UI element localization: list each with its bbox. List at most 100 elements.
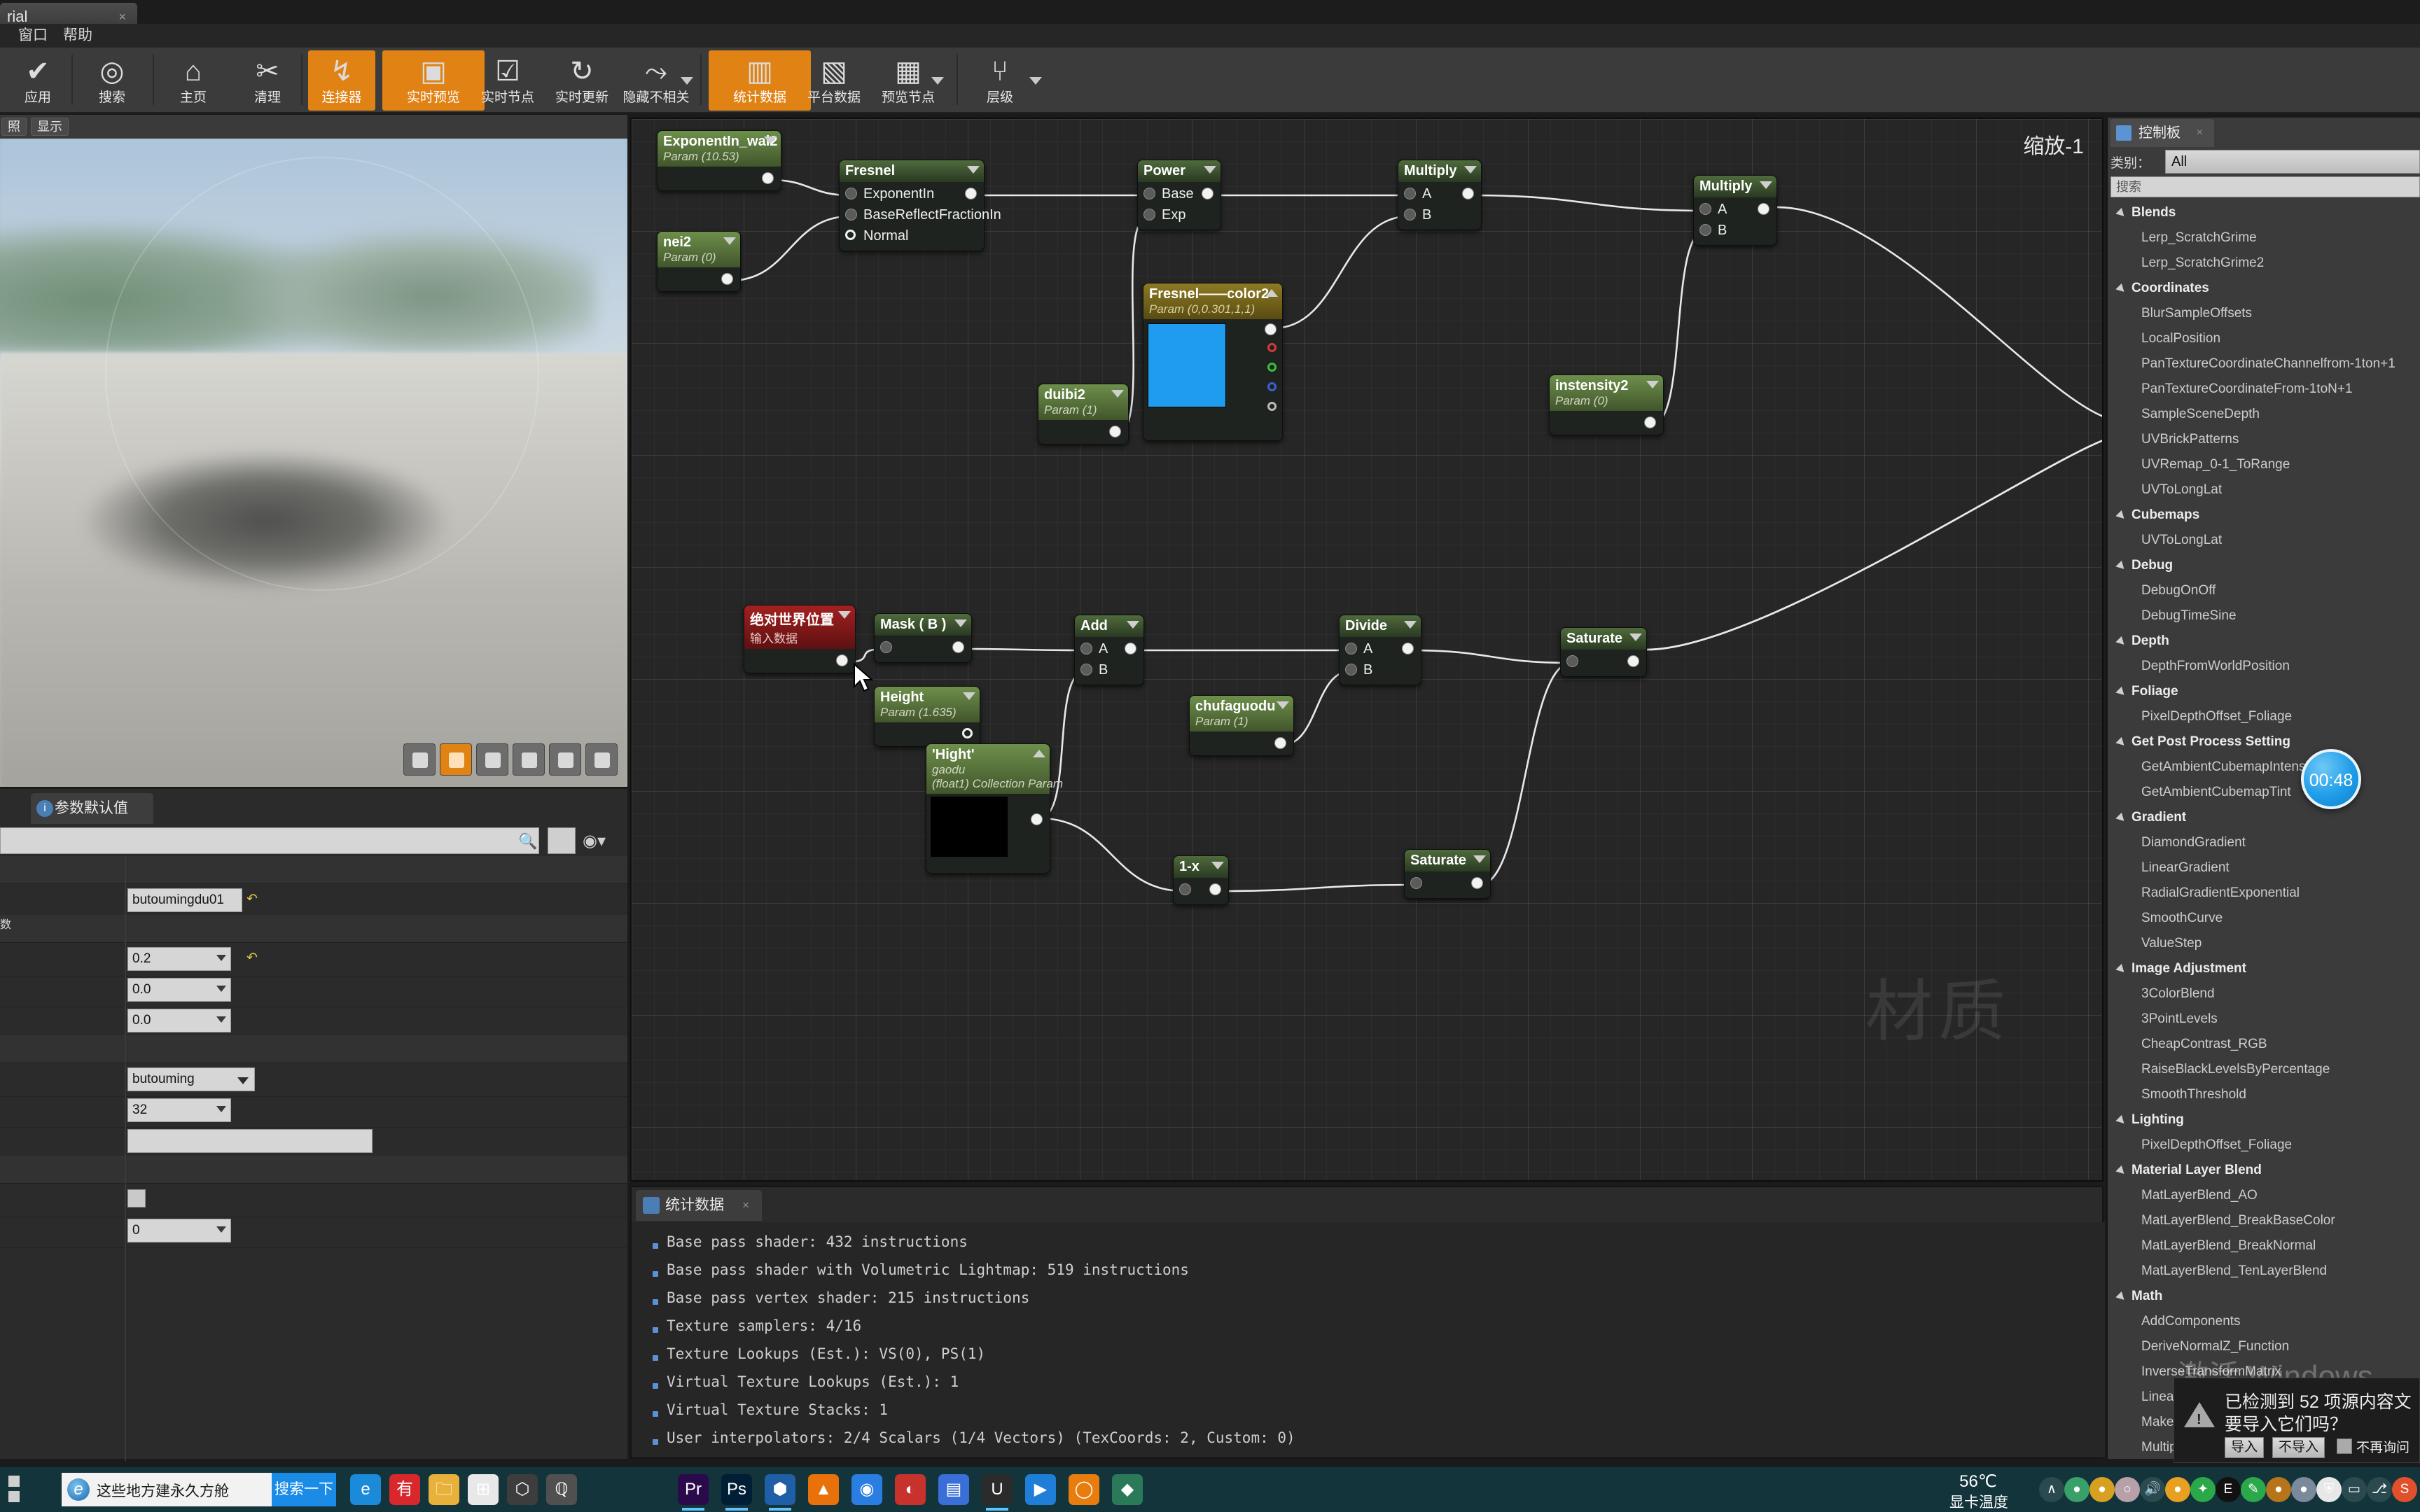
toolbar-button-connector[interactable]: ↯ 连接器 [308, 50, 375, 111]
taskbar-unity-hub-icon[interactable]: ⬡ [507, 1474, 538, 1505]
graph-node-input-pin[interactable] [1404, 209, 1416, 220]
taskbar-notes-icon[interactable]: ▤ [938, 1474, 969, 1505]
palette-group-gradient[interactable]: Gradient [2108, 805, 2420, 830]
palette-group-lighting[interactable]: Lighting [2108, 1107, 2420, 1133]
chevron-down-icon[interactable] [1629, 634, 1642, 641]
palette-item[interactable]: UVToLongLat [2108, 528, 2420, 553]
stats-tab[interactable]: 统计数据 × [636, 1190, 762, 1221]
no-import-button[interactable]: 不导入 [2272, 1437, 2325, 1458]
palette-item[interactable]: SmoothThreshold [2108, 1082, 2420, 1107]
import-notification-dialog[interactable]: ! 已检测到 52 项源内容文 要导入它们吗？ 导入 不导入 不再询问 [2174, 1378, 2420, 1463]
graph-node-fresnel_color2[interactable]: Fresnel——color2 Param (0,0.301,1,1) [1143, 283, 1283, 441]
parameter-defaults-tab[interactable]: i 参数默认值 [31, 793, 153, 824]
palette-list[interactable]: Blends Lerp_ScratchGrime Lerp_ScratchGrime… [2108, 200, 2420, 1453]
graph-node-output-pin[interactable] [1758, 203, 1769, 215]
palette-group-debug[interactable]: Debug [2108, 553, 2420, 578]
palette-item[interactable]: PixelDepthOffset_Foliage [2108, 704, 2420, 729]
chevron-down-icon[interactable] [1029, 77, 1042, 85]
details-number-field[interactable]: 32 [127, 1098, 231, 1122]
palette-group-cubemaps[interactable]: Cubemaps [2108, 503, 2420, 528]
graph-node-output-pin[interactable] [1267, 363, 1277, 372]
taskbar-max-icon[interactable]: ◆ [1112, 1474, 1143, 1505]
taskbar-store-icon[interactable]: ⊞ [468, 1474, 499, 1505]
tray-green-shield-icon[interactable]: ✦ [2190, 1477, 2216, 1502]
tray-brown-circle-icon[interactable]: ● [2266, 1477, 2291, 1502]
palette-item[interactable]: Lerp_ScratchGrime [2108, 225, 2420, 251]
palette-item[interactable]: SmoothCurve [2108, 906, 2420, 931]
palette-item[interactable]: UVToLongLat [2108, 477, 2420, 503]
chevron-down-icon[interactable] [1111, 390, 1124, 398]
graph-node-output-pin[interactable] [1402, 643, 1414, 654]
toolbar-button-preview-nodes[interactable]: ▦ 预览节点 [857, 50, 959, 111]
graph-node-hight_collection[interactable]: 'Hight' gaodu (float1) Collection Param [926, 743, 1063, 874]
palette-group-material-layer-blend[interactable]: Material Layer Blend [2108, 1158, 2420, 1183]
tray-person-icon[interactable]: ● [2291, 1477, 2316, 1502]
taskbar-vlc-icon[interactable]: ▲ [808, 1474, 839, 1505]
graph-node-fresnel[interactable]: Fresnel ExponentIn BaseReflectFractionIn No… [839, 160, 1001, 251]
graph-node-saturate2[interactable]: Saturate [1404, 849, 1491, 899]
material-preview-viewport[interactable] [0, 115, 627, 787]
details-wide-field[interactable] [127, 1129, 373, 1153]
palette-item[interactable]: MatLayerBlend_BreakBaseColor [2108, 1208, 2420, 1233]
viewport-tool-2[interactable] [476, 743, 508, 776]
chevron-down-icon[interactable] [967, 166, 980, 174]
chevron-up-icon[interactable] [1033, 750, 1045, 757]
palette-item[interactable]: MatLayerBlend_TenLayerBlend [2108, 1259, 2420, 1284]
close-icon[interactable]: × [742, 1190, 749, 1221]
palette-item[interactable]: DebugOnOff [2108, 578, 2420, 603]
toolbar-button-apply-check[interactable]: ✔ 应用 [4, 50, 71, 111]
graph-node-output-pin[interactable] [1267, 343, 1277, 352]
chevron-down-icon[interactable] [1760, 181, 1772, 189]
chevron-down-icon[interactable] [1127, 621, 1139, 629]
ime-indicator[interactable]: 中 [2417, 1477, 2420, 1502]
palette-item[interactable]: DebugTimeSine [2108, 603, 2420, 629]
chevron-down-icon[interactable] [1204, 166, 1216, 174]
details-select-field[interactable]: butouming [127, 1068, 255, 1091]
taskbar-search-button[interactable]: 搜索一下 [272, 1473, 336, 1506]
palette-item[interactable]: ValueStep [2108, 931, 2420, 956]
chevron-down-icon[interactable] [1277, 701, 1289, 709]
palette-item[interactable]: LinearGradient [2108, 855, 2420, 881]
viewport-show-button[interactable]: 显示 [31, 118, 69, 136]
taskbar-edge-icon[interactable]: e [350, 1474, 381, 1505]
chevron-up-icon[interactable] [1265, 289, 1278, 297]
palette-item[interactable]: GetAmbientCubemapTint [2108, 780, 2420, 805]
graph-node-height[interactable]: Height Param (1.635) [874, 686, 980, 747]
graph-node-instensity2[interactable]: instensity2 Param (0) [1549, 374, 1664, 435]
chevron-down-icon[interactable] [963, 692, 975, 700]
graph-node-input-pin[interactable] [845, 209, 857, 220]
material-graph-canvas[interactable]: ExponentIn_wai2 Param (10.53) Fresnel Expon… [630, 118, 2103, 1182]
eye-visibility-icon[interactable]: ◉▾ [583, 831, 606, 851]
palette-item[interactable]: 3ColorBlend [2108, 981, 2420, 1007]
chevron-down-icon[interactable] [764, 136, 777, 144]
graph-node-duibi2[interactable]: duibi2 Param (1) [1038, 384, 1129, 444]
graph-node-output-pin[interactable] [962, 728, 973, 738]
graph-node-input-pin[interactable] [1699, 203, 1711, 215]
graph-node-input-pin[interactable] [1179, 883, 1191, 895]
graph-node-output-pin[interactable] [1031, 813, 1043, 825]
graph-node-input-pin[interactable] [1143, 209, 1155, 220]
details-search-input[interactable] [0, 827, 539, 854]
details-number-field[interactable]: 0 [127, 1219, 231, 1242]
palette-item[interactable]: GetAmbientCubemapIntensity [2108, 755, 2420, 780]
graph-node-multiply2[interactable]: Multiply A B [1693, 175, 1777, 246]
reset-to-default-icon[interactable]: ↶ [246, 950, 258, 966]
palette-group-depth[interactable]: Depth [2108, 629, 2420, 654]
graph-node-output-pin[interactable] [836, 654, 848, 666]
palette-group-coordinates[interactable]: Coordinates [2108, 276, 2420, 301]
tray-bluetooth-icon[interactable]: ⎇ [2367, 1477, 2392, 1502]
close-icon[interactable]: × [2197, 119, 2203, 147]
chevron-down-icon[interactable] [931, 77, 944, 85]
graph-node-input-pin[interactable] [1080, 664, 1092, 676]
palette-group-math[interactable]: Math [2108, 1284, 2420, 1309]
palette-item[interactable]: DiamondGradient [2108, 830, 2420, 855]
graph-node-input-pin[interactable] [1345, 664, 1357, 676]
palette-tab[interactable]: 控制板 × [2110, 119, 2214, 147]
graph-node-oneminusx[interactable]: 1-x [1173, 855, 1229, 905]
palette-item[interactable]: UVBrickPatterns [2108, 427, 2420, 452]
viewport-tool-0[interactable] [403, 743, 436, 776]
menu-item-help[interactable]: 帮助 [55, 24, 101, 48]
palette-item[interactable]: SampleSceneDepth [2108, 402, 2420, 427]
graph-node-input-pin[interactable] [1410, 877, 1422, 889]
palette-group-foliage[interactable]: Foliage [2108, 679, 2420, 704]
